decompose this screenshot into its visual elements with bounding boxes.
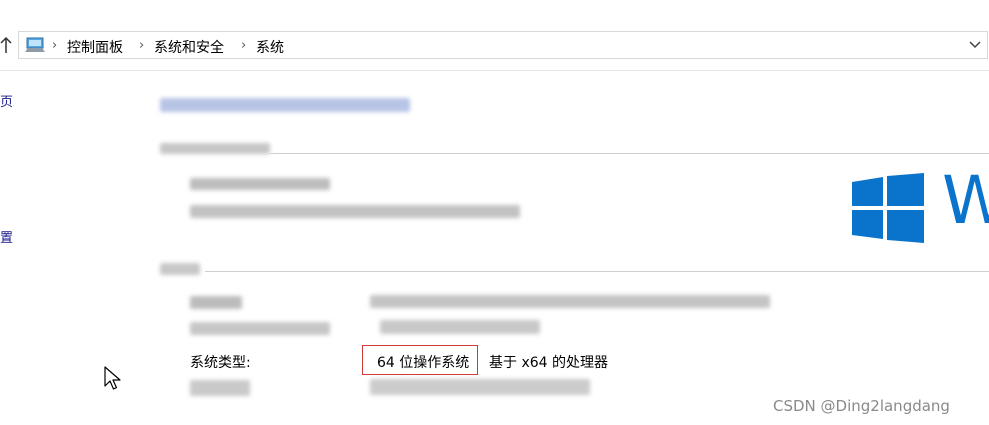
redacted-section-title (160, 263, 200, 275)
redacted-value (370, 295, 770, 308)
redacted-value (370, 379, 590, 395)
redacted-label (190, 380, 250, 396)
redacted-section-title (160, 143, 270, 154)
redacted-label (190, 322, 330, 335)
redacted-heading (160, 98, 410, 112)
mouse-cursor-icon (104, 366, 121, 390)
breadcrumb-system[interactable]: 系统 (256, 37, 284, 57)
os-bits-value: 64 位操作系统 (377, 355, 470, 371)
chevron-right-icon: › (52, 38, 58, 53)
section-divider (270, 153, 989, 154)
left-nav-link-home[interactable]: 页 (0, 91, 13, 110)
redacted-value (380, 320, 540, 334)
chevron-down-icon[interactable] (969, 40, 981, 50)
breadcrumb-system-security[interactable]: 系统和安全 (154, 37, 224, 57)
chevron-right-icon[interactable]: › (139, 38, 144, 53)
redacted-label (190, 296, 242, 309)
toolbar-divider (0, 70, 989, 71)
watermark-text: CSDN @Ding2langdang (773, 397, 950, 415)
windows-logo-text: W (942, 162, 989, 239)
section-divider (205, 271, 989, 272)
processor-value: 基于 x64 的处理器 (489, 355, 608, 371)
breadcrumb-control-panel[interactable]: 控制面板 (67, 37, 123, 57)
redacted-text (190, 205, 520, 218)
windows-logo-icon (852, 173, 924, 243)
computer-icon (25, 37, 45, 52)
address-bar-row: › 控制面板 › 系统和安全 › 系统 (0, 30, 989, 60)
left-nav-link-settings[interactable]: 置 (0, 227, 13, 246)
up-arrow-icon[interactable] (0, 36, 12, 54)
address-bar[interactable]: › 控制面板 › 系统和安全 › 系统 (18, 31, 988, 59)
redacted-text (190, 178, 330, 190)
chevron-right-icon[interactable]: › (241, 38, 246, 53)
system-type-label: 系统类型: (190, 355, 251, 371)
